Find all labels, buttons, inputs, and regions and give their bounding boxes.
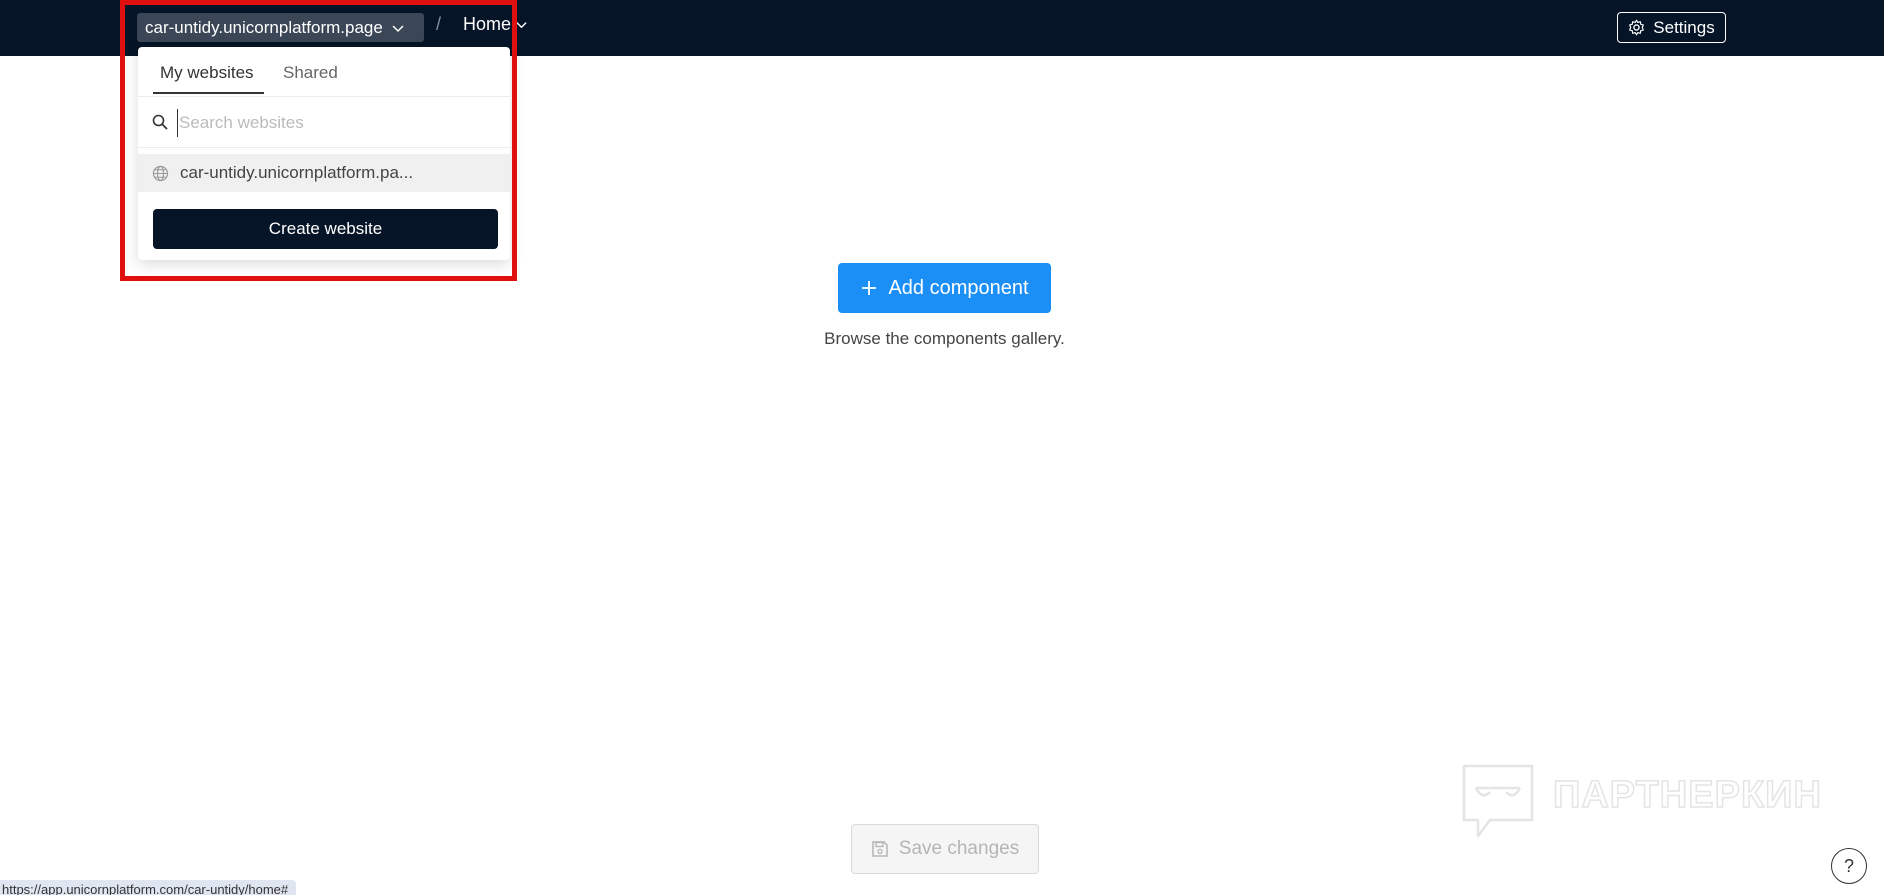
website-selector[interactable]: car-untidy.unicornplatform.page (137, 13, 424, 42)
dropdown-tabs: My websites Shared (138, 47, 510, 97)
browse-gallery-text: Browse the components gallery. (824, 329, 1065, 348)
create-website-button[interactable]: Create website (153, 209, 498, 249)
website-selector-label: car-untidy.unicornplatform.page (145, 18, 383, 37)
tab-my-websites[interactable]: My websites (160, 63, 254, 83)
website-search (138, 97, 510, 148)
plus-icon (862, 281, 877, 295)
chevron-down-icon (392, 24, 404, 32)
chevron-down-icon (516, 22, 527, 29)
save-changes-button[interactable]: Save changes (851, 824, 1039, 874)
gear-icon (1629, 19, 1645, 36)
website-list-item-label: car-untidy.unicornplatform.pa... (180, 163, 414, 182)
page-selector[interactable]: Home (463, 14, 528, 35)
page-selector-label: Home (463, 14, 512, 34)
chat-bubble-logo-icon (1462, 764, 1534, 838)
tab-shared[interactable]: Shared (283, 63, 338, 83)
save-icon (872, 841, 888, 857)
watermark-text: ПАРТНЕРКИН (1552, 773, 1822, 817)
search-icon (152, 114, 168, 130)
settings-button[interactable]: Settings (1617, 12, 1726, 43)
watermark: ПАРТНЕРКИН (1460, 762, 1832, 842)
website-list-item[interactable]: car-untidy.unicornplatform.pa... (138, 154, 510, 192)
breadcrumb-separator: / (436, 14, 442, 34)
active-tab-indicator (153, 92, 264, 94)
add-component-label: Add component (888, 276, 1029, 299)
save-changes-label: Save changes (898, 838, 1020, 859)
status-bar-url: https://app.unicornplatform.com/car-unti… (0, 880, 297, 895)
website-dropdown: My websites Shared car-untidy.unicornpla… (138, 47, 510, 260)
add-component-button[interactable]: Add component (838, 263, 1051, 313)
search-websites-input[interactable] (177, 109, 501, 137)
help-button[interactable]: ? (1831, 848, 1867, 884)
globe-icon (152, 165, 169, 182)
settings-label: Settings (1653, 17, 1715, 37)
